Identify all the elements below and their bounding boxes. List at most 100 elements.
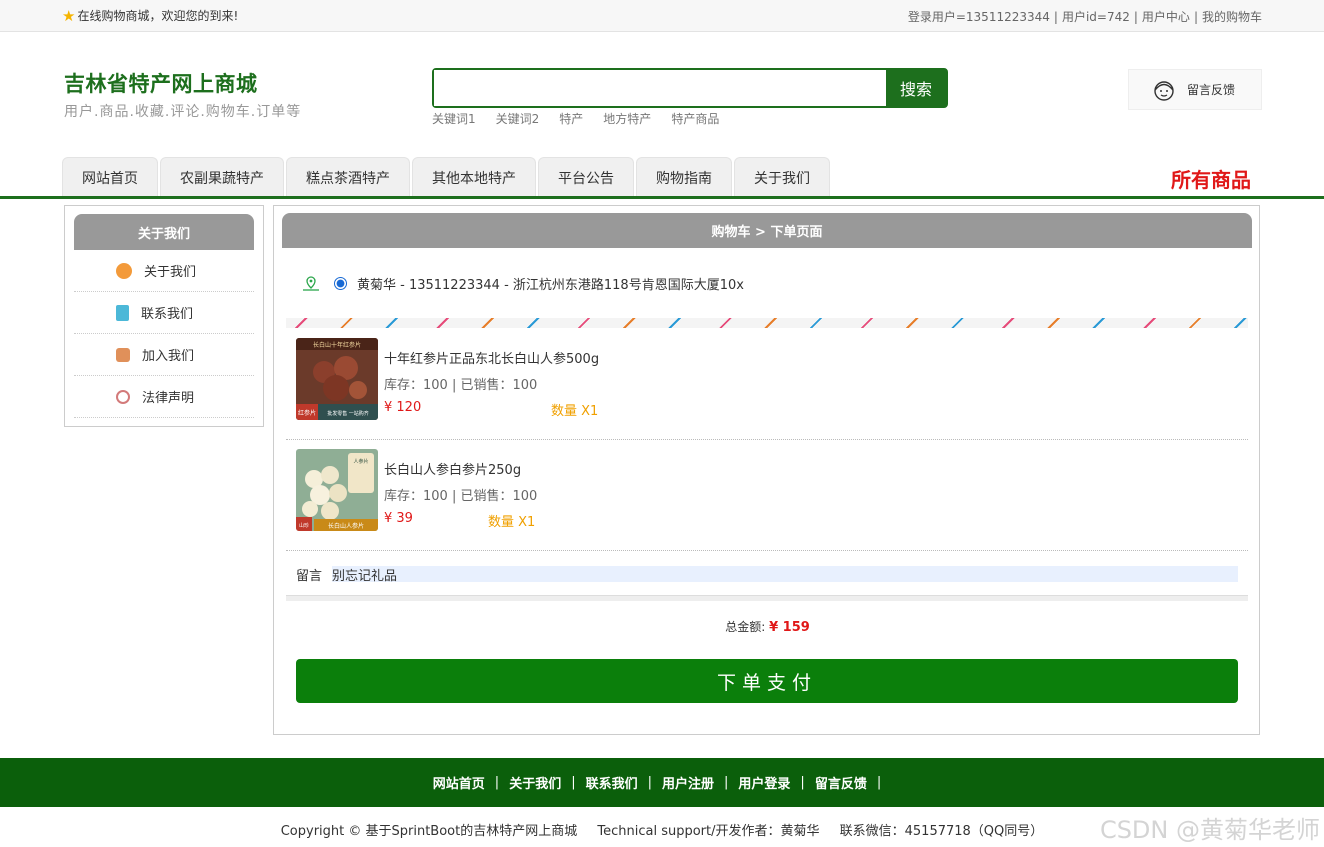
footer-link-home[interactable]: 网站首页 [433, 773, 485, 792]
product-price: ¥ 120 [384, 400, 422, 415]
sidebar-item-label: 法律声明 [142, 391, 195, 406]
feedback-label: 留言反馈 [1187, 83, 1236, 97]
login-user-link[interactable]: 登录用户=13511223344 [908, 10, 1050, 24]
orange-circle-icon [116, 262, 132, 279]
image-banner: 长白山人参片 [328, 522, 364, 530]
nav-tab-produce[interactable]: 农副果蔬特产 [160, 157, 284, 197]
address-radio[interactable] [334, 277, 347, 290]
keyword-link[interactable]: 特产商品 [671, 110, 719, 127]
address-stripe [286, 318, 1248, 328]
separator: | [1193, 10, 1198, 24]
product-stock: 库存：100 | 已销售：100 [384, 489, 538, 504]
main-nav: 网站首页 农副果蔬特产 糕点茶酒特产 其他本地特产 平台公告 购物指南 关于我们 [62, 157, 830, 197]
footer-link-login[interactable]: 用户登录 [738, 773, 790, 792]
nav-tab-local[interactable]: 其他本地特产 [412, 157, 536, 197]
keyword-link[interactable]: 关键词2 [496, 110, 540, 127]
feedback-button[interactable]: 留言反馈 [1128, 69, 1262, 110]
footer-link-feedback[interactable]: 留言反馈 [815, 773, 867, 792]
nav-tab-pastry[interactable]: 糕点茶酒特产 [286, 157, 410, 197]
image-badge: 红参片 [298, 409, 316, 417]
csdn-watermark: CSDN @黄菊华老师 [1099, 816, 1320, 844]
nav-tab-home[interactable]: 网站首页 [62, 157, 158, 197]
location-icon [303, 275, 319, 291]
separator: | [571, 775, 576, 790]
product-name[interactable]: 长白山人参白参片250g [384, 459, 521, 478]
footer-nav: 网站首页 | 关于我们 | 联系我们 | 用户注册 | 用户登录 | 留言反馈 | [0, 758, 1324, 807]
separator: | [1053, 10, 1058, 24]
separator: | [876, 775, 882, 790]
sidebar-item-legal[interactable]: 法律声明 [74, 376, 254, 418]
message-input[interactable] [332, 566, 1238, 582]
product-image[interactable]: 人参片 山珍 长白山人参片 [296, 449, 378, 531]
separator: | [1133, 10, 1138, 24]
product-quantity: 数量 X1 [551, 404, 599, 419]
message-row: 留言 [296, 566, 1238, 584]
total-amount: ¥ 159 [769, 620, 810, 635]
sidebar: 关于我们 关于我们 联系我们 加入我们 法律声明 [64, 205, 264, 427]
order-item: 人参片 山珍 长白山人参片 长白山人参白参片250g 库存：100 | 已销售：… [286, 449, 1248, 551]
sidebar-item-label: 联系我们 [141, 307, 194, 322]
hot-keywords: 关键词1 关键词2 特产 地方特产 特产商品 [432, 110, 719, 127]
power-icon [116, 389, 130, 404]
user-id-link[interactable]: 用户id=742 [1062, 10, 1130, 24]
product-stock: 库存：100 | 已销售：100 [384, 378, 538, 393]
ginseng-white-slices-image: 人参片 山珍 长白山人参片 [296, 449, 378, 531]
site-subtitle: 用户.商品.收藏.评论.购物车.订单等 [64, 104, 302, 120]
product-price: ¥ 39 [384, 511, 413, 526]
footer-link-contact[interactable]: 联系我们 [586, 773, 638, 792]
image-caption: 长白山十年红参片 [313, 341, 361, 349]
keyword-link[interactable]: 关键词1 [432, 110, 476, 127]
search-button[interactable]: 搜索 [886, 70, 946, 106]
image-banner: 批发零售 一站购齐 [327, 410, 369, 417]
sidebar-item-label: 关于我们 [144, 265, 197, 280]
order-panel: 购物车 > 下单页面 黄菊华 - 13511223344 - 浙江杭州东港路11… [273, 205, 1260, 735]
order-item: 长白山十年红参片 红参片 批发零售 一站购齐 十年红参片正品东北长白山人参500… [286, 338, 1248, 440]
image-caption: 人参片 [353, 458, 368, 465]
nav-tab-about[interactable]: 关于我们 [734, 157, 830, 197]
lock-icon [116, 347, 130, 362]
sidebar-title: 关于我们 [74, 214, 254, 250]
keyword-link[interactable]: 地方特产 [603, 110, 651, 127]
nav-tab-guide[interactable]: 购物指南 [636, 157, 732, 197]
product-image[interactable]: 长白山十年红参片 红参片 批发零售 一站购齐 [296, 338, 378, 420]
search-input[interactable] [434, 70, 886, 106]
total-label: 总金额: [725, 620, 766, 634]
top-bar: ★ 在线购物商城，欢迎您的到来! 登录用户=13511223344 | 用户id=7… [0, 0, 1324, 32]
address-row[interactable]: 黄菊华 - 13511223344 - 浙江杭州东港路118号肯恩国际大厦10x [302, 274, 744, 293]
welcome-label: 在线购物商城，欢迎您的到来! [77, 9, 239, 23]
site-title[interactable]: 吉林省特产网上商城 [64, 68, 301, 98]
address-text: 黄菊华 - 13511223344 - 浙江杭州东港路118号肯恩国际大厦10x [357, 278, 744, 293]
product-quantity: 数量 X1 [488, 515, 536, 530]
sidebar-item-contact[interactable]: 联系我们 [74, 292, 254, 334]
image-badge: 山珍 [299, 522, 309, 529]
welcome-text: ★ 在线购物商城，欢迎您的到来! [62, 7, 238, 24]
message-label: 留言 [296, 568, 323, 584]
star-icon: ★ [62, 6, 76, 25]
breadcrumb: 购物车 > 下单页面 [282, 213, 1252, 248]
copyright-text: Copyright © 基于SprintBoot的吉林特产网上商城 [280, 824, 578, 839]
my-cart-link[interactable]: 我的购物车 [1202, 10, 1262, 24]
product-name[interactable]: 十年红参片正品东北长白山人参500g [384, 348, 599, 367]
separator: | [800, 775, 805, 790]
customer-service-icon [1154, 80, 1174, 101]
contact-text: 联系微信：45157718（QQ同号） [839, 824, 1044, 839]
section-divider [286, 595, 1248, 601]
nav-divider [0, 196, 1324, 199]
separator: | [724, 775, 729, 790]
search-box: 搜索 [432, 68, 948, 108]
place-order-button[interactable]: 下单支付 [296, 659, 1238, 703]
separator: | [494, 775, 500, 790]
sidebar-item-about[interactable]: 关于我们 [74, 250, 254, 292]
footer-link-register[interactable]: 用户注册 [662, 773, 714, 792]
clipboard-icon [116, 304, 129, 321]
user-center-link[interactable]: 用户中心 [1142, 10, 1190, 24]
sidebar-item-join[interactable]: 加入我们 [74, 334, 254, 376]
sidebar-item-label: 加入我们 [142, 349, 195, 364]
site-brand: 吉林省特产网上商城 用户.商品.收藏.评论.购物车.订单等 [64, 68, 301, 121]
order-total: 总金额: ¥ 159 [274, 618, 1261, 635]
user-links: 登录用户=13511223344 | 用户id=742 | 用户中心 | 我的购物车 [908, 8, 1262, 25]
footer-link-about[interactable]: 关于我们 [509, 773, 561, 792]
nav-tab-announcement[interactable]: 平台公告 [538, 157, 634, 197]
keyword-link[interactable]: 特产 [559, 110, 583, 127]
all-goods-link[interactable]: 所有商品 [1171, 164, 1251, 193]
